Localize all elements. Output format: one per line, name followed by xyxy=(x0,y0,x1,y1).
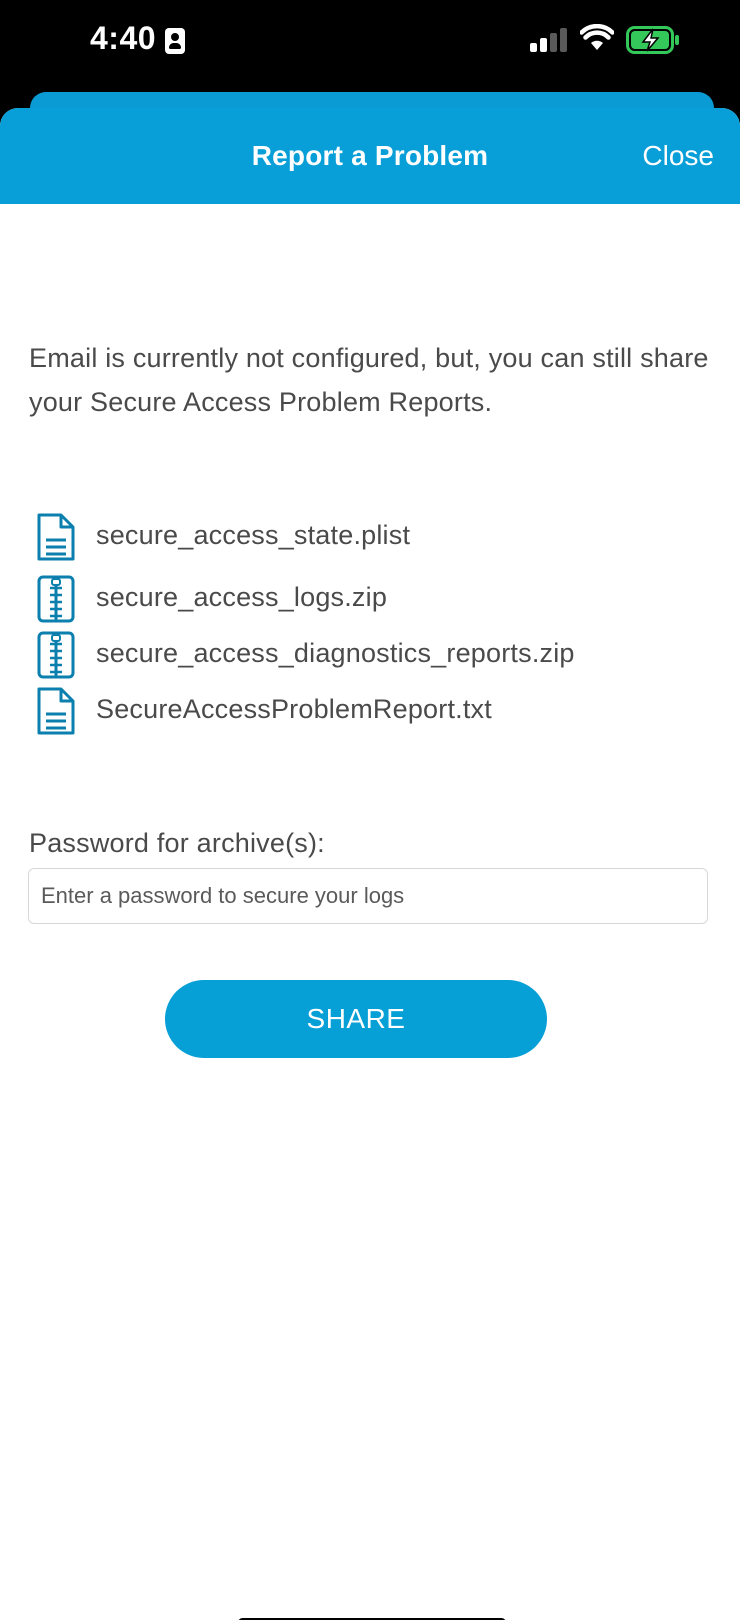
document-icon xyxy=(37,513,75,561)
email-not-configured-message: Email is currently not configured, but, … xyxy=(29,343,709,417)
report-problem-sheet: Report a Problem Close Email is currentl… xyxy=(0,108,740,1620)
zip-archive-icon xyxy=(37,575,75,623)
wifi-icon xyxy=(580,24,614,50)
battery-charging-icon xyxy=(626,26,679,54)
password-input[interactable] xyxy=(28,868,708,924)
list-item: SecureAccessProblemReport.txt xyxy=(36,686,726,738)
cellular-signal-icon xyxy=(530,26,568,52)
file-name: SecureAccessProblemReport.txt xyxy=(96,694,492,724)
share-button[interactable]: SHARE xyxy=(165,980,547,1058)
list-item: secure_access_diagnostics_reports.zip xyxy=(36,630,726,682)
zip-archive-icon xyxy=(37,631,75,679)
page-title: Report a Problem xyxy=(251,140,489,171)
person-badge-icon xyxy=(165,28,185,54)
status-time: 4:40 xyxy=(90,20,157,56)
document-icon xyxy=(37,687,75,735)
password-label: Password for archive(s): xyxy=(29,828,325,858)
file-name: secure_access_diagnostics_reports.zip xyxy=(96,638,575,668)
status-bar: 4:40 xyxy=(0,0,740,92)
file-name: secure_access_logs.zip xyxy=(96,582,388,612)
navigation-bar: Report a Problem Close xyxy=(0,108,740,204)
file-name: secure_access_state.plist xyxy=(96,520,411,550)
list-item: secure_access_logs.zip xyxy=(36,574,726,626)
close-button[interactable]: Close xyxy=(642,140,714,172)
list-item: secure_access_state.plist xyxy=(36,512,726,564)
